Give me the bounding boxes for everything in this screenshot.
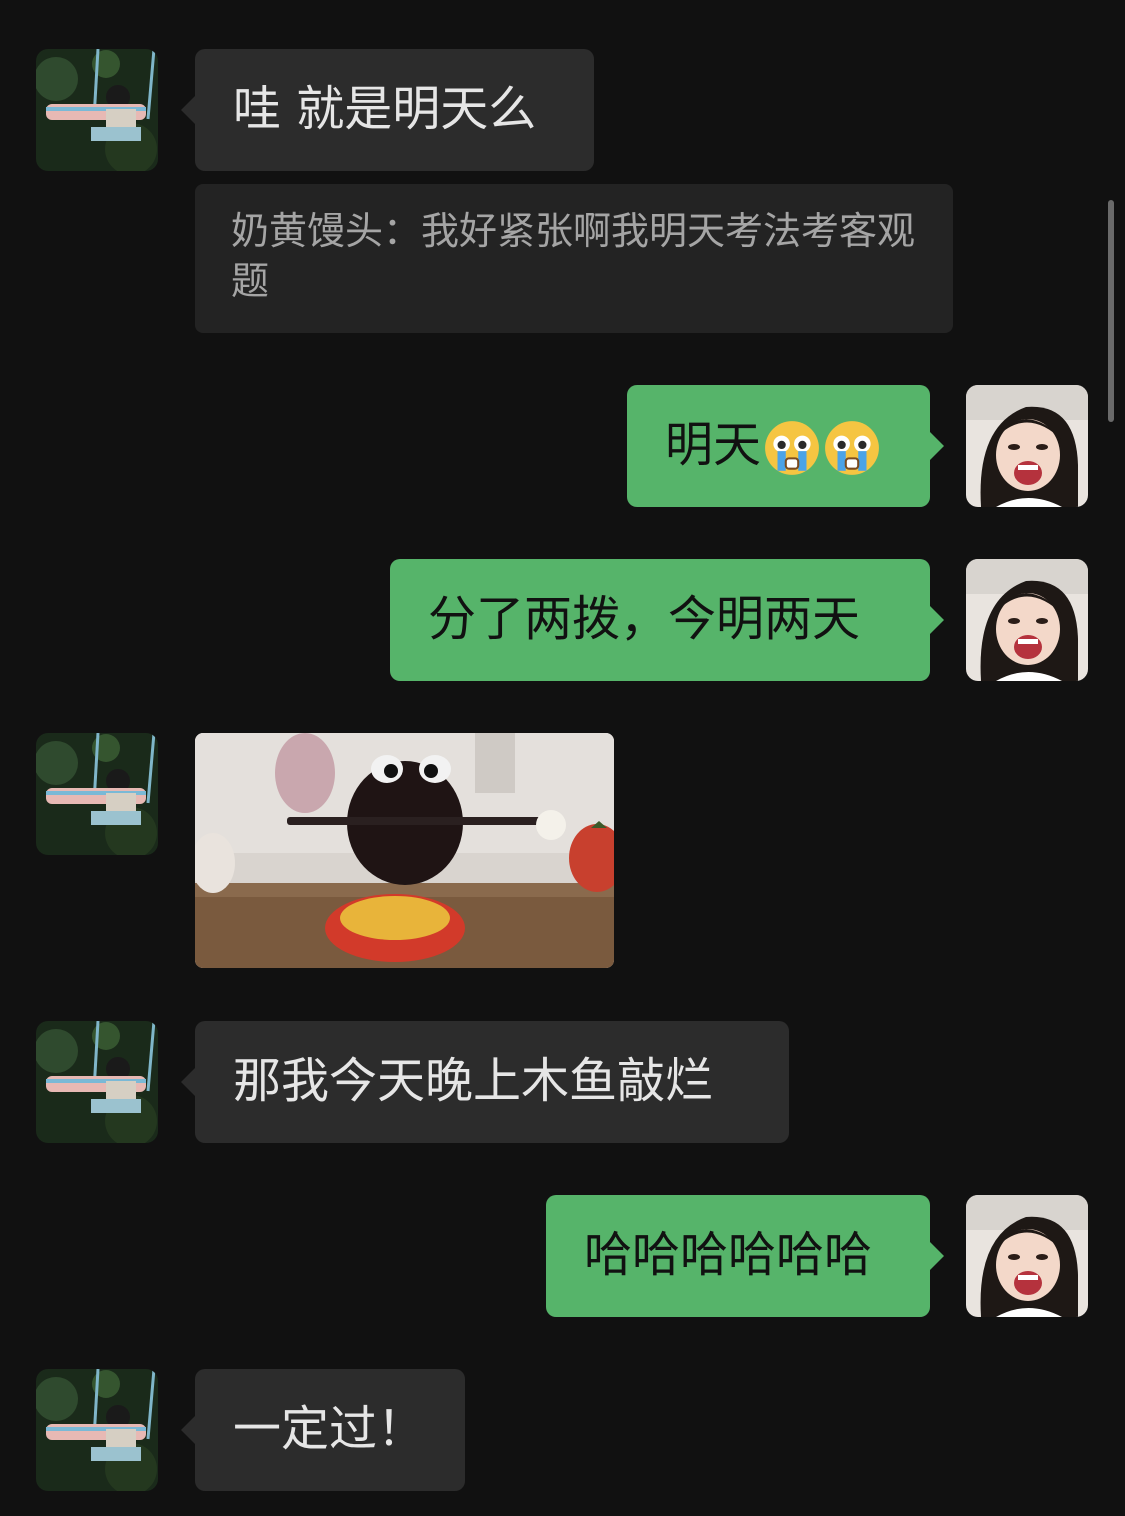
self-avatar[interactable]	[966, 385, 1088, 507]
message-bubble-incoming[interactable]: 一定过！	[181, 1369, 465, 1491]
message-bubble-incoming[interactable]: 那我今天晚上木鱼敲烂	[181, 1021, 789, 1143]
message-bubble-outgoing[interactable]: 明天	[627, 385, 944, 507]
message-bubble-outgoing[interactable]: 哈哈哈哈哈哈	[546, 1195, 944, 1317]
scrollbar[interactable]	[1108, 200, 1114, 422]
message-text: 分了两拨，今明两天	[428, 591, 861, 647]
self-avatar[interactable]	[966, 559, 1088, 681]
quoted-text: 奶黄馒头：我好紧张啊我明天考法考客观题	[231, 209, 916, 303]
message-bubble-incoming[interactable]: 哇 就是明天么	[181, 49, 594, 171]
message-bubble-outgoing[interactable]: 分了两拨，今明两天	[390, 559, 944, 681]
crying-face-emoji-icon	[824, 420, 880, 476]
contact-avatar[interactable]	[36, 1369, 158, 1491]
self-avatar[interactable]	[966, 1195, 1088, 1317]
message-text: 哈哈哈哈哈哈	[584, 1227, 873, 1283]
wooden-fish-photo[interactable]	[195, 733, 614, 968]
crying-face-emoji-icon	[764, 420, 820, 476]
message-text: 哇 就是明天么	[233, 81, 537, 137]
quoted-message[interactable]: 奶黄馒头：我好紧张啊我明天考法考客观题	[195, 184, 953, 333]
message-text: 明天	[665, 417, 762, 473]
contact-avatar[interactable]	[36, 733, 158, 855]
message-text: 那我今天晚上木鱼敲烂	[233, 1053, 714, 1109]
contact-avatar[interactable]	[36, 1021, 158, 1143]
contact-avatar[interactable]	[36, 49, 158, 171]
message-text: 一定过！	[233, 1401, 426, 1457]
